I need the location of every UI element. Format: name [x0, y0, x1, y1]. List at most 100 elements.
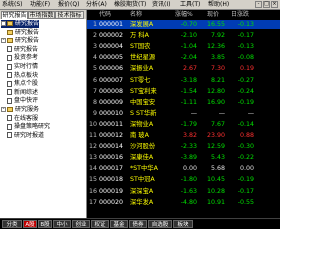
- tree-item[interactable]: - 研究报告: [1, 20, 40, 28]
- table-row[interactable]: 12 000014 沙河股份 -2.33 12.59 -0.30: [87, 142, 280, 151]
- category-tab[interactable]: 分类: [2, 220, 22, 228]
- tab-indicators[interactable]: 技术指标: [55, 11, 84, 19]
- folder-icon: [7, 38, 13, 44]
- change-pct: 3.82: [182, 132, 197, 139]
- document-icon: [7, 123, 12, 130]
- tree-item-label: 研究报告: [14, 45, 39, 53]
- stock-name: ST零七: [130, 76, 151, 84]
- menu-quote[interactable]: 报价(Q): [58, 0, 79, 9]
- table-row[interactable]: 11 000012 南 玻A 3.82 23.90 0.88: [87, 131, 280, 140]
- category-tab[interactable]: 板块: [173, 220, 193, 228]
- category-tab[interactable]: 基金: [110, 220, 128, 228]
- collapse-toggle-icon[interactable]: -: [1, 21, 6, 26]
- table-row[interactable]: 14 000017 *ST中华A 0.00 5.68 0.00: [87, 164, 280, 173]
- table-row[interactable]: 3 000004 ST国农 -1.04 12.36 -0.13: [87, 42, 280, 51]
- table-row[interactable]: 2 000002 万 科A -2.10 7.92 -0.17: [87, 31, 280, 40]
- table-row[interactable]: 15 000018 ST中冠A -1.80 10.45 -0.19: [87, 175, 280, 184]
- stock-code: 000016: [99, 154, 124, 162]
- maximize-button[interactable]: □: [263, 1, 270, 8]
- daily-change: -0.22: [237, 154, 254, 162]
- change-pct: -1.04: [180, 43, 197, 51]
- category-tab[interactable]: 权证: [91, 220, 109, 228]
- price: 10.45: [206, 176, 225, 184]
- stock-code: 000007: [99, 76, 124, 84]
- table-row[interactable]: 9 000010 S ST华新 — — —: [87, 109, 280, 118]
- stock-code: 000010: [99, 109, 124, 117]
- menu-analysis[interactable]: 分析(A): [86, 0, 107, 9]
- header-change-pct[interactable]: 涨幅%: [175, 10, 193, 19]
- tree-item-label: 盘中快评: [14, 97, 39, 105]
- minimize-button[interactable]: -: [255, 1, 262, 8]
- change-pct: 2.67: [182, 65, 197, 73]
- header-name[interactable]: 名称: [130, 10, 142, 19]
- tree-item[interactable]: 热点板块: [7, 72, 38, 80]
- price: 8.21: [210, 76, 225, 84]
- category-tab[interactable]: B股: [38, 220, 52, 228]
- tab-research[interactable]: 研究报告: [1, 11, 28, 19]
- row-index: 12: [88, 143, 97, 151]
- table-row[interactable]: 5 000006 深振业A 2.67 7.30 0.19: [87, 64, 280, 73]
- table-row[interactable]: 7 000008 ST宝利来 -1.54 12.80 -0.24: [87, 87, 280, 96]
- table-row[interactable]: 4 000005 世纪星源 -2.04 3.85 -0.08: [87, 53, 280, 62]
- category-tab[interactable]: A股: [23, 220, 37, 228]
- daily-change: 0.88: [239, 132, 254, 139]
- category-tab[interactable]: 创业: [72, 220, 90, 228]
- table-row[interactable]: 16 000019 深深宝A -1.63 10.28 -0.17: [87, 187, 280, 196]
- menu-tools[interactable]: 工具(T): [180, 0, 200, 9]
- menu-info[interactable]: 资讯(I): [152, 0, 170, 9]
- tree-item[interactable]: 研究时报道: [7, 132, 44, 140]
- stock-name: 万 科A: [130, 32, 149, 40]
- menu-futures[interactable]: 橡胶期货(T): [114, 0, 146, 9]
- collapse-toggle-icon[interactable]: -: [1, 107, 6, 112]
- category-tab[interactable]: 债券: [129, 220, 147, 228]
- tree-item[interactable]: 盘中快评: [7, 97, 38, 105]
- table-row[interactable]: 8 000009 中国宝安 -1.11 16.90 -0.19: [87, 98, 280, 107]
- change-pct: -2.33: [180, 143, 197, 151]
- header-daily-change[interactable]: 日涨跌: [231, 10, 249, 19]
- tree-item[interactable]: 操盘策略研究: [7, 123, 50, 131]
- header-code[interactable]: 代码: [99, 10, 111, 19]
- tree-item[interactable]: - 研究报告: [1, 37, 39, 45]
- daily-change: -0.13: [237, 21, 254, 28]
- price: 12.80: [206, 87, 225, 95]
- menu-function[interactable]: 功能(F): [30, 0, 50, 9]
- category-tab[interactable]: 中小: [53, 220, 71, 228]
- tree-item[interactable]: 新闻综述: [7, 89, 38, 97]
- table-row[interactable]: 17 000020 深华发A -4.80 10.91 -0.55: [87, 198, 280, 207]
- row-index: 14: [88, 165, 97, 173]
- tree-item-label: 投资参考: [14, 54, 39, 62]
- table-row[interactable]: 13 000016 深康佳A -3.89 5.43 -0.22: [87, 153, 280, 162]
- stock-code: 000004: [99, 43, 124, 51]
- trading-window: 系统(S) 功能(F) 报价(Q) 分析(A) 橡胶期货(T) 资讯(I) 工具…: [0, 0, 280, 229]
- row-index: 13: [88, 154, 97, 162]
- tree-item[interactable]: 在线客服: [7, 115, 38, 123]
- change-pct: -2.10: [180, 32, 197, 40]
- menu-help[interactable]: 帮助(H): [208, 0, 229, 9]
- tree-item[interactable]: 研究报告: [7, 46, 38, 54]
- tree-item-label: 研究报告: [15, 37, 40, 45]
- tree-item-label: 操盘策略研究: [14, 123, 51, 131]
- daily-change: -0.14: [237, 120, 254, 128]
- stock-code: 000020: [99, 198, 124, 206]
- tree-item[interactable]: 投资参考: [7, 54, 38, 62]
- stock-code: 000008: [99, 87, 124, 95]
- header-price[interactable]: 现价: [207, 10, 219, 19]
- stock-name: 沙河股份: [130, 143, 156, 151]
- tree-item[interactable]: 焦点个股: [7, 80, 38, 88]
- tab-market-index[interactable]: 市场指数: [28, 11, 55, 19]
- daily-change: —: [247, 109, 254, 117]
- tree-item[interactable]: 研究报告: [7, 29, 39, 37]
- row-index: 8: [92, 98, 97, 106]
- table-row[interactable]: 6 000007 ST零七 -3.18 8.21 -0.27: [87, 76, 280, 85]
- document-icon: [7, 54, 12, 61]
- tree-item[interactable]: - 研究服务: [1, 106, 39, 114]
- menu-system[interactable]: 系统(S): [2, 0, 23, 9]
- tree-item[interactable]: 实时行情: [7, 63, 38, 71]
- price: 23.90: [206, 132, 225, 139]
- row-index: 5: [92, 65, 97, 73]
- category-tab[interactable]: 自选股: [148, 220, 172, 228]
- close-button[interactable]: ×: [271, 1, 278, 8]
- collapse-toggle-icon[interactable]: -: [1, 38, 6, 44]
- table-row[interactable]: 1 000001 深发展A -0.70 16.55 -0.13: [87, 20, 280, 29]
- table-row[interactable]: 10 000011 深物业A -1.79 7.67 -0.14: [87, 120, 280, 129]
